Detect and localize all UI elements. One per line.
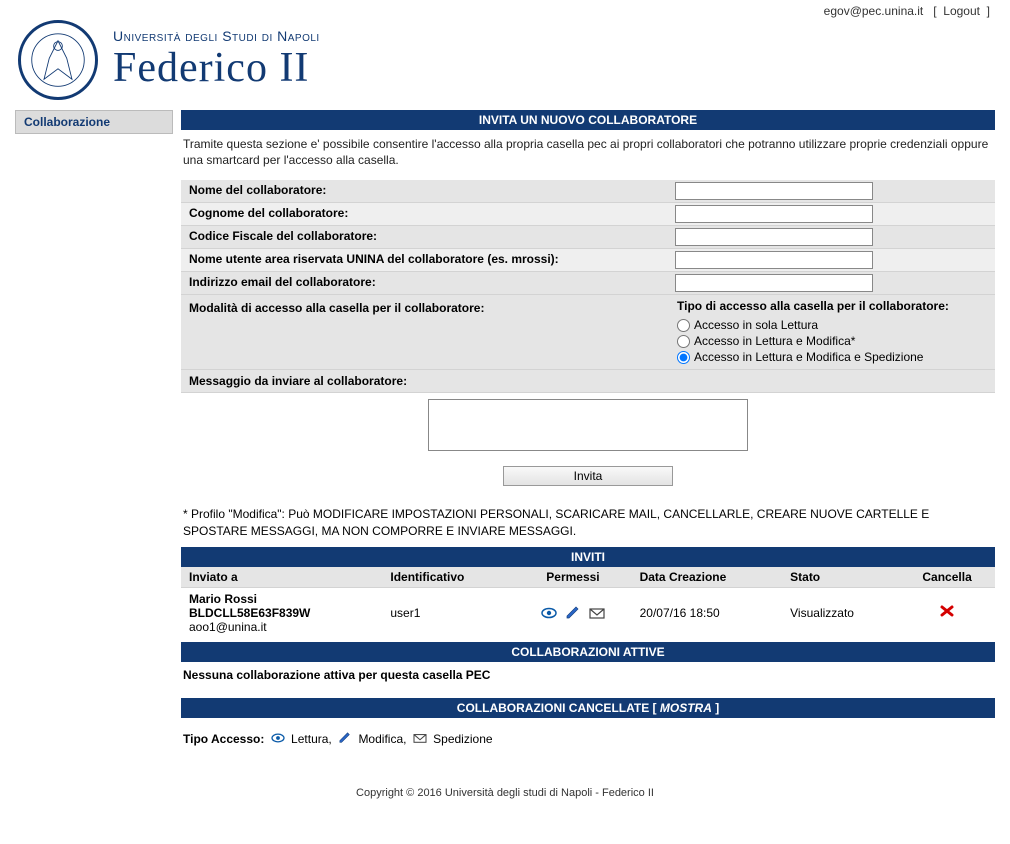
label-cognome: Cognome del collaboratore: [181, 203, 669, 225]
row-stato: Visualizzato [782, 587, 899, 638]
inviti-table: Inviato a Identificativo Permessi Data C… [181, 567, 995, 638]
user-email: egov@pec.unina.it [824, 4, 924, 18]
radio-spedizione[interactable]: Accesso in Lettura e Modifica e Spedizio… [677, 349, 949, 365]
pencil-icon [565, 606, 581, 620]
input-email[interactable] [675, 274, 873, 292]
legend-label: Tipo Accesso: [183, 732, 264, 746]
legend: Tipo Accesso: Lettura, Modifica, Spedizi… [181, 718, 995, 777]
sidebar-item-collaborazione[interactable]: Collaborazione [15, 110, 173, 134]
row-name: Mario Rossi [189, 592, 374, 606]
label-tipo-accesso: Tipo di accesso alla casella per il coll… [677, 299, 949, 313]
logout-link[interactable]: Logout [943, 4, 980, 18]
note-modifica: * Profilo "Modifica": Può MODIFICARE IMP… [181, 492, 995, 542]
th-inviato: Inviato a [181, 567, 382, 588]
mostra-link[interactable]: MOSTRA [660, 701, 712, 715]
section-title-inviti: INVITI [181, 547, 995, 567]
label-messaggio: Messaggio da inviare al collaboratore: [181, 370, 995, 393]
cancelled-pre: COLLABORAZIONI CANCELLATE [ [457, 701, 660, 715]
radio-spedizione-input[interactable] [677, 351, 690, 364]
invita-button[interactable]: Invita [503, 466, 673, 486]
no-active-text: Nessuna collaborazione attiva per questa… [181, 662, 995, 694]
radio-modifica[interactable]: Accesso in Lettura e Modifica* [677, 333, 949, 349]
radio-lettura-input[interactable] [677, 319, 690, 332]
th-data: Data Creazione [632, 567, 783, 588]
legend-spedizione: Spedizione [433, 732, 492, 746]
th-stato: Stato [782, 567, 899, 588]
row-user: user1 [382, 587, 514, 638]
radio-spedizione-label: Accesso in Lettura e Modifica e Spedizio… [694, 350, 923, 364]
section-title-active: COLLABORAZIONI ATTIVE [181, 642, 995, 662]
label-modalita: Modalità di accesso alla casella per il … [181, 295, 669, 369]
th-permessi: Permessi [514, 567, 631, 588]
radio-lettura-label: Accesso in sola Lettura [694, 318, 818, 332]
radio-modifica-label: Accesso in Lettura e Modifica* [694, 334, 855, 348]
input-nome[interactable] [675, 182, 873, 200]
university-seal-icon [18, 20, 98, 100]
label-utente: Nome utente area riservata UNINA del col… [181, 249, 669, 271]
th-ident: Identificativo [382, 567, 514, 588]
logo-line2: Federico II [113, 44, 320, 92]
legend-lettura: Lettura, [291, 732, 332, 746]
row-date: 20/07/16 18:50 [632, 587, 783, 638]
intro-text: Tramite questa sezione e' possibile cons… [181, 130, 995, 180]
radio-modifica-input[interactable] [677, 335, 690, 348]
cancelled-post: ] [712, 701, 719, 715]
eye-icon [270, 732, 286, 747]
table-row: Mario Rossi BLDCLL58E63F839W aoo1@unina.… [181, 587, 995, 638]
footer-text: Copyright © 2016 Università degli studi … [15, 777, 995, 829]
th-cancella: Cancella [899, 567, 995, 588]
logo-line1: Università degli Studi di Napoli [113, 28, 320, 44]
input-utente[interactable] [675, 251, 873, 269]
mail-icon [412, 732, 428, 747]
legend-modifica: Modifica, [358, 732, 406, 746]
section-title-cancelled: COLLABORAZIONI CANCELLATE [ MOSTRA ] [181, 698, 995, 718]
input-cognome[interactable] [675, 205, 873, 223]
section-title-invite: INVITA UN NUOVO COLLABORATORE [181, 110, 995, 130]
logo-text: Università degli Studi di Napoli Federic… [113, 28, 320, 92]
textarea-messaggio[interactable] [428, 399, 748, 451]
delete-icon[interactable] [939, 604, 955, 618]
row-cf: BLDCLL58E63F839W [189, 606, 374, 620]
radio-lettura[interactable]: Accesso in sola Lettura [677, 317, 949, 333]
label-email: Indirizzo email del collaboratore: [181, 272, 669, 294]
label-cf: Codice Fiscale del collaboratore: [181, 226, 669, 248]
input-cf[interactable] [675, 228, 873, 246]
label-nome: Nome del collaboratore: [181, 180, 669, 202]
row-mail: aoo1@unina.it [189, 620, 374, 634]
eye-icon [541, 606, 557, 620]
pencil-icon [337, 732, 353, 747]
mail-icon [589, 606, 605, 620]
